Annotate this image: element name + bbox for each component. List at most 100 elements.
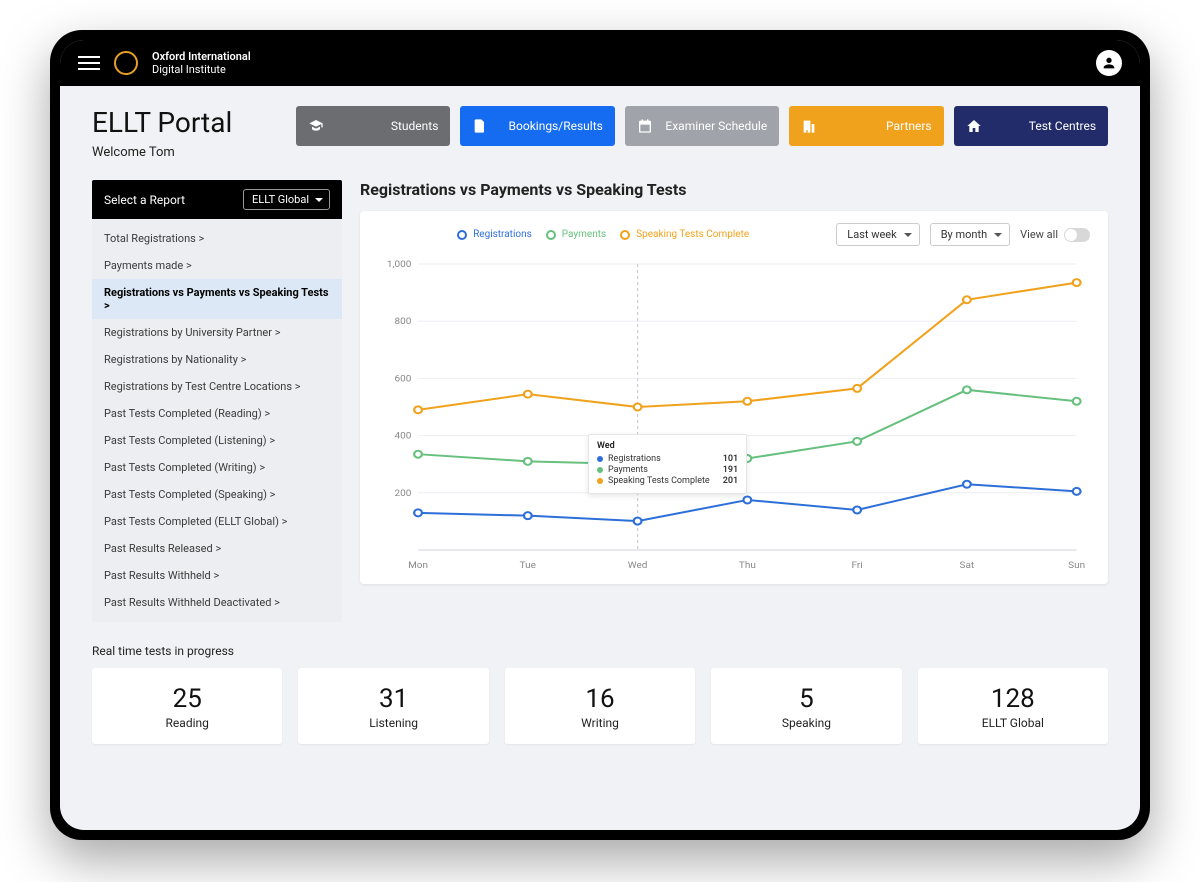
report-item[interactable]: Past Results Released > xyxy=(92,535,342,562)
nav-buttons: Students Bookings/Results Examiner Sched… xyxy=(296,106,1108,146)
tooltip-row-value: 101 xyxy=(723,454,738,464)
report-item[interactable]: Past Tests Completed (Listening) > xyxy=(92,427,342,454)
brand-text: Oxford International Digital Institute xyxy=(152,50,251,76)
chart-tooltip: Wed Registrations101Payments191Speaking … xyxy=(588,434,747,494)
report-item[interactable]: Payments made > xyxy=(92,252,342,279)
svg-text:Sat: Sat xyxy=(960,561,975,571)
chart-body: 2004006008001,000MonTueWedThuFriSatSun W… xyxy=(378,254,1090,574)
report-item[interactable]: Past Results Withheld Deactivated > xyxy=(92,589,342,616)
svg-text:Fri: Fri xyxy=(852,561,863,571)
tooltip-row-value: 201 xyxy=(723,476,738,486)
report-item[interactable]: Registrations by Nationality > xyxy=(92,346,342,373)
sidebar-head: Select a Report ELLT Global xyxy=(92,180,342,219)
svg-text:200: 200 xyxy=(395,489,412,499)
viewall-group: View all xyxy=(1020,228,1090,242)
tooltip-row: Registrations101 xyxy=(597,454,738,464)
legend-payments: Payments xyxy=(544,229,606,240)
stat-label: ELLT Global xyxy=(918,716,1108,730)
legend-marker-icon xyxy=(544,234,558,236)
tooltip-day: Wed xyxy=(597,441,738,451)
brand-line2: Digital Institute xyxy=(152,63,251,76)
legend-registrations: Registrations xyxy=(455,229,532,240)
stat-card: 25Reading xyxy=(92,668,282,744)
report-list: Total Registrations >Payments made >Regi… xyxy=(92,219,342,622)
nav-partners[interactable]: Partners xyxy=(789,106,943,146)
report-item[interactable]: Registrations by University Partner > xyxy=(92,319,342,346)
report-item[interactable]: Past Tests Completed (ELLT Global) > xyxy=(92,508,342,535)
sidebar-head-label: Select a Report xyxy=(104,193,243,207)
stat-value: 5 xyxy=(711,684,901,714)
stat-label: Writing xyxy=(505,716,695,730)
nav-examiner-label: Examiner Schedule xyxy=(653,119,767,133)
nav-students[interactable]: Students xyxy=(296,106,450,146)
legend-pay-label: Payments xyxy=(562,229,606,240)
welcome-text: Welcome Tom xyxy=(92,145,272,160)
chart-card: Registrations Payments Speaking Tests Co… xyxy=(360,211,1108,584)
report-item[interactable]: Past Results Withheld > xyxy=(92,562,342,589)
chart-legend: Registrations Payments Speaking Tests Co… xyxy=(378,229,826,240)
svg-text:Thu: Thu xyxy=(739,561,756,571)
sidebar-head-select[interactable]: ELLT Global xyxy=(243,189,330,210)
tooltip-dot-icon xyxy=(597,478,603,484)
legend-sp-label: Speaking Tests Complete xyxy=(636,229,749,240)
svg-text:Mon: Mon xyxy=(408,561,428,571)
tooltip-row: Speaking Tests Complete 201 xyxy=(597,476,738,486)
stat-value: 16 xyxy=(505,684,695,714)
content: ELLT Portal Welcome Tom Students xyxy=(60,86,1140,774)
svg-text:Wed: Wed xyxy=(628,561,648,571)
stats-row: 25Reading31Listening 16 Writing 5 Speaking 12… xyxy=(92,668,1108,744)
chart-controls: Registrations Payments Speaking Tests Co… xyxy=(378,223,1090,246)
group-select[interactable]: By month xyxy=(930,223,1010,246)
nav-bookings-label: Bookings/Results xyxy=(488,119,602,133)
nav-bookings[interactable]: Bookings/Results xyxy=(460,106,614,146)
legend-marker-icon xyxy=(455,234,469,236)
svg-text:600: 600 xyxy=(395,374,412,384)
tooltip-dot-icon xyxy=(597,456,603,462)
screen: Oxford International Digital Institute E… xyxy=(60,40,1140,830)
svg-text:Sun: Sun xyxy=(1068,561,1085,571)
legend-reg-label: Registrations xyxy=(473,229,532,240)
student-icon xyxy=(308,118,324,134)
tooltip-row-value: 191 xyxy=(723,465,738,475)
period-select[interactable]: Last week xyxy=(836,223,919,246)
nav-centres[interactable]: Test Centres xyxy=(954,106,1108,146)
svg-text:400: 400 xyxy=(395,431,412,441)
stat-value: 31 xyxy=(298,684,488,714)
report-item[interactable]: Total Registrations > xyxy=(92,225,342,252)
user-icon[interactable] xyxy=(1096,50,1122,76)
building-icon xyxy=(801,118,817,134)
report-sidebar: Select a Report ELLT Global Total Regist… xyxy=(92,180,342,622)
menu-icon[interactable] xyxy=(78,52,100,74)
nav-centres-label: Test Centres xyxy=(982,119,1096,133)
svg-text:1,000: 1,000 xyxy=(387,260,411,270)
tablet-frame: Oxford International Digital Institute E… xyxy=(50,30,1150,840)
tooltip-dot-icon xyxy=(597,467,603,473)
report-item[interactable]: Registrations by Test Centre Locations > xyxy=(92,373,342,400)
logo-icon xyxy=(114,51,138,75)
tooltip-row-label: Payments xyxy=(608,465,710,475)
stat-card: 31Listening xyxy=(298,668,488,744)
stat-card: 128 ELLT Global xyxy=(918,668,1108,744)
report-item[interactable]: Past Tests Completed (Writing) > xyxy=(92,454,342,481)
stat-label: Speaking xyxy=(711,716,901,730)
legend-speaking: Speaking Tests Complete xyxy=(618,229,749,240)
svg-text:Tue: Tue xyxy=(520,561,536,571)
report-item[interactable]: Past Tests Completed (Speaking) > xyxy=(92,481,342,508)
tooltip-row-label: Speaking Tests Complete xyxy=(608,476,710,486)
chart-title: Registrations vs Payments vs Speaking Te… xyxy=(360,180,1108,199)
nav-students-label: Students xyxy=(324,119,438,133)
file-icon xyxy=(472,118,488,134)
viewall-toggle[interactable] xyxy=(1064,228,1090,242)
report-item[interactable]: Registrations vs Payments vs Speaking Te… xyxy=(92,279,342,319)
tooltip-row: Payments 191 xyxy=(597,465,738,475)
line-chart: 2004006008001,000MonTueWedThuFriSatSun xyxy=(378,254,1090,574)
header-row: ELLT Portal Welcome Tom Students xyxy=(92,106,1108,160)
nav-examiner[interactable]: Examiner Schedule xyxy=(625,106,779,146)
page-title: ELLT Portal xyxy=(92,106,272,139)
stat-value: 128 xyxy=(918,684,1108,714)
stat-card: 5 Speaking xyxy=(711,668,901,744)
stats-title: Real time tests in progress xyxy=(92,644,1108,658)
nav-partners-label: Partners xyxy=(817,119,931,133)
chart-panel: Registrations vs Payments vs Speaking Te… xyxy=(360,180,1108,584)
report-item[interactable]: Past Tests Completed (Reading) > xyxy=(92,400,342,427)
